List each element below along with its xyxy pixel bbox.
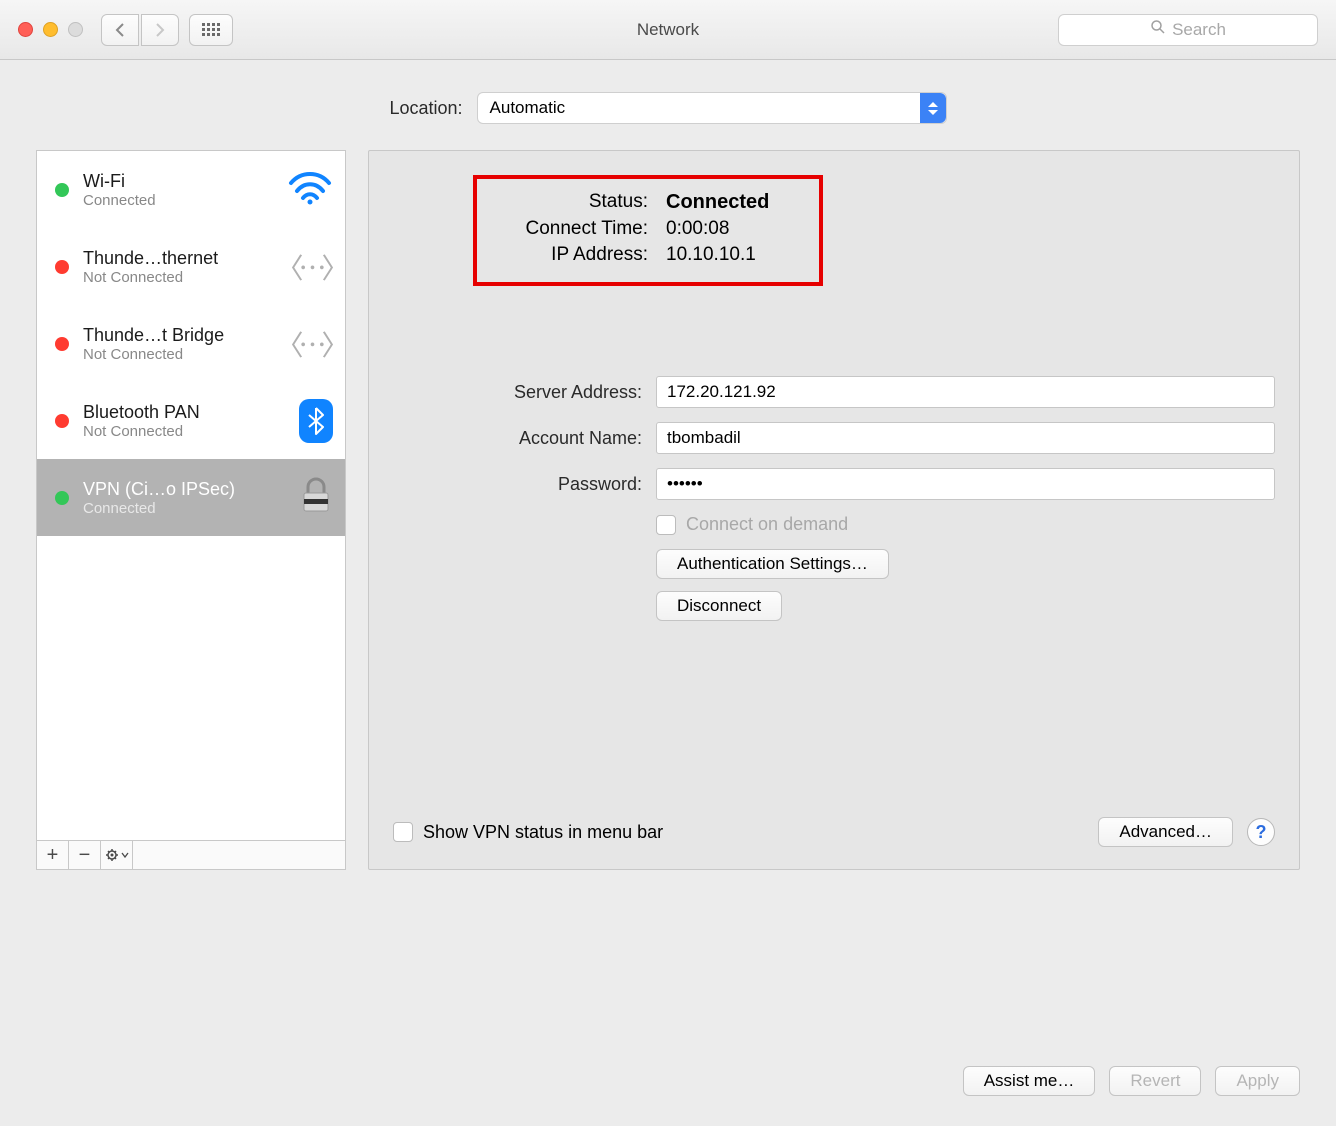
connect-time-value: 0:00:08 (666, 218, 803, 240)
minimize-button[interactable] (43, 22, 58, 37)
server-address-input[interactable] (656, 376, 1275, 408)
interface-name: Wi-Fi (83, 171, 156, 192)
lock-icon (299, 475, 333, 520)
window-title: Network (637, 20, 699, 40)
password-label: Password: (393, 474, 656, 495)
location-value: Automatic (490, 98, 566, 118)
assist-me-button[interactable]: Assist me… (963, 1066, 1096, 1096)
interface-name: Thunde…t Bridge (83, 325, 224, 346)
status-value: Connected (666, 191, 803, 214)
status-dot-icon (55, 491, 69, 505)
zoom-button (68, 22, 83, 37)
interface-list: Wi-Fi Connected Thunde…thernet Not Conne… (36, 150, 346, 840)
sidebar-item-bluetooth-pan[interactable]: Bluetooth PAN Not Connected (37, 382, 345, 459)
search-icon (1150, 19, 1166, 40)
main-area: Wi-Fi Connected Thunde…thernet Not Conne… (0, 124, 1336, 870)
sidebar-item-wifi[interactable]: Wi-Fi Connected (37, 151, 345, 228)
interface-status: Not Connected (83, 346, 224, 363)
location-row: Location: Automatic (0, 92, 1336, 124)
location-dropdown[interactable]: Automatic (477, 92, 947, 124)
interface-status: Not Connected (83, 269, 218, 286)
status-dot-icon (55, 183, 69, 197)
server-address-label: Server Address: (393, 382, 656, 403)
add-interface-button[interactable]: + (37, 841, 69, 869)
back-button[interactable] (101, 14, 139, 46)
interface-actions-menu[interactable] (101, 841, 133, 869)
ethernet-icon: 〈⋯〉 (287, 252, 333, 282)
interface-status: Connected (83, 192, 156, 209)
network-preferences-window: Network Search Location: Automatic Wi-Fi (0, 0, 1336, 1126)
connect-time-label: Connect Time: (493, 218, 648, 240)
account-name-label: Account Name: (393, 428, 656, 449)
dropdown-arrows-icon (920, 93, 946, 123)
interface-name: Bluetooth PAN (83, 402, 200, 423)
all-preferences-button[interactable] (189, 14, 233, 46)
show-vpn-checkbox[interactable] (393, 822, 413, 842)
apply-button[interactable]: Apply (1215, 1066, 1300, 1096)
ip-address-value: 10.10.10.1 (666, 244, 803, 266)
interface-name: VPN (Ci…o IPSec) (83, 479, 235, 500)
wifi-icon (287, 169, 333, 210)
status-box: Status: Connected Connect Time: 0:00:08 … (473, 175, 823, 286)
revert-button[interactable]: Revert (1109, 1066, 1201, 1096)
help-button[interactable]: ? (1247, 818, 1275, 846)
disconnect-button[interactable]: Disconnect (656, 591, 782, 621)
search-input[interactable]: Search (1058, 14, 1318, 46)
interface-status: Connected (83, 500, 235, 517)
bluetooth-icon (299, 399, 333, 443)
sidebar-wrap: Wi-Fi Connected Thunde…thernet Not Conne… (36, 150, 346, 870)
panel-bottom-row: Show VPN status in menu bar Advanced… ? (393, 817, 1275, 847)
search-placeholder: Search (1172, 20, 1226, 40)
window-actions: Assist me… Revert Apply (963, 1066, 1300, 1096)
account-name-input[interactable] (656, 422, 1275, 454)
interface-status: Not Connected (83, 423, 200, 440)
password-input[interactable] (656, 468, 1275, 500)
sidebar-item-thunderbolt-ethernet[interactable]: Thunde…thernet Not Connected 〈⋯〉 (37, 228, 345, 305)
connect-on-demand-checkbox (656, 515, 676, 535)
location-label: Location: (389, 98, 462, 119)
show-vpn-option: Show VPN status in menu bar (393, 822, 663, 843)
status-dot-icon (55, 414, 69, 428)
close-button[interactable] (18, 22, 33, 37)
detail-panel: Status: Connected Connect Time: 0:00:08 … (368, 150, 1300, 870)
authentication-settings-button[interactable]: Authentication Settings… (656, 549, 889, 579)
titlebar: Network Search (0, 0, 1336, 60)
vpn-form: Server Address: Account Name: Password: … (393, 376, 1275, 621)
traffic-lights (18, 22, 83, 37)
advanced-button[interactable]: Advanced… (1098, 817, 1233, 847)
status-dot-icon (55, 260, 69, 274)
ethernet-icon: 〈⋯〉 (287, 329, 333, 359)
remove-interface-button[interactable]: − (69, 841, 101, 869)
connect-on-demand-label: Connect on demand (686, 514, 848, 535)
interface-name: Thunde…thernet (83, 248, 218, 269)
status-label: Status: (493, 191, 648, 214)
sidebar-item-vpn[interactable]: VPN (Ci…o IPSec) Connected (37, 459, 345, 536)
nav-buttons (101, 14, 179, 46)
sidebar-item-thunderbolt-bridge[interactable]: Thunde…t Bridge Not Connected 〈⋯〉 (37, 305, 345, 382)
sidebar-footer: + − (36, 840, 346, 870)
show-vpn-label: Show VPN status in menu bar (423, 822, 663, 843)
status-dot-icon (55, 337, 69, 351)
forward-button[interactable] (141, 14, 179, 46)
grid-icon (202, 23, 220, 36)
ip-address-label: IP Address: (493, 244, 648, 266)
